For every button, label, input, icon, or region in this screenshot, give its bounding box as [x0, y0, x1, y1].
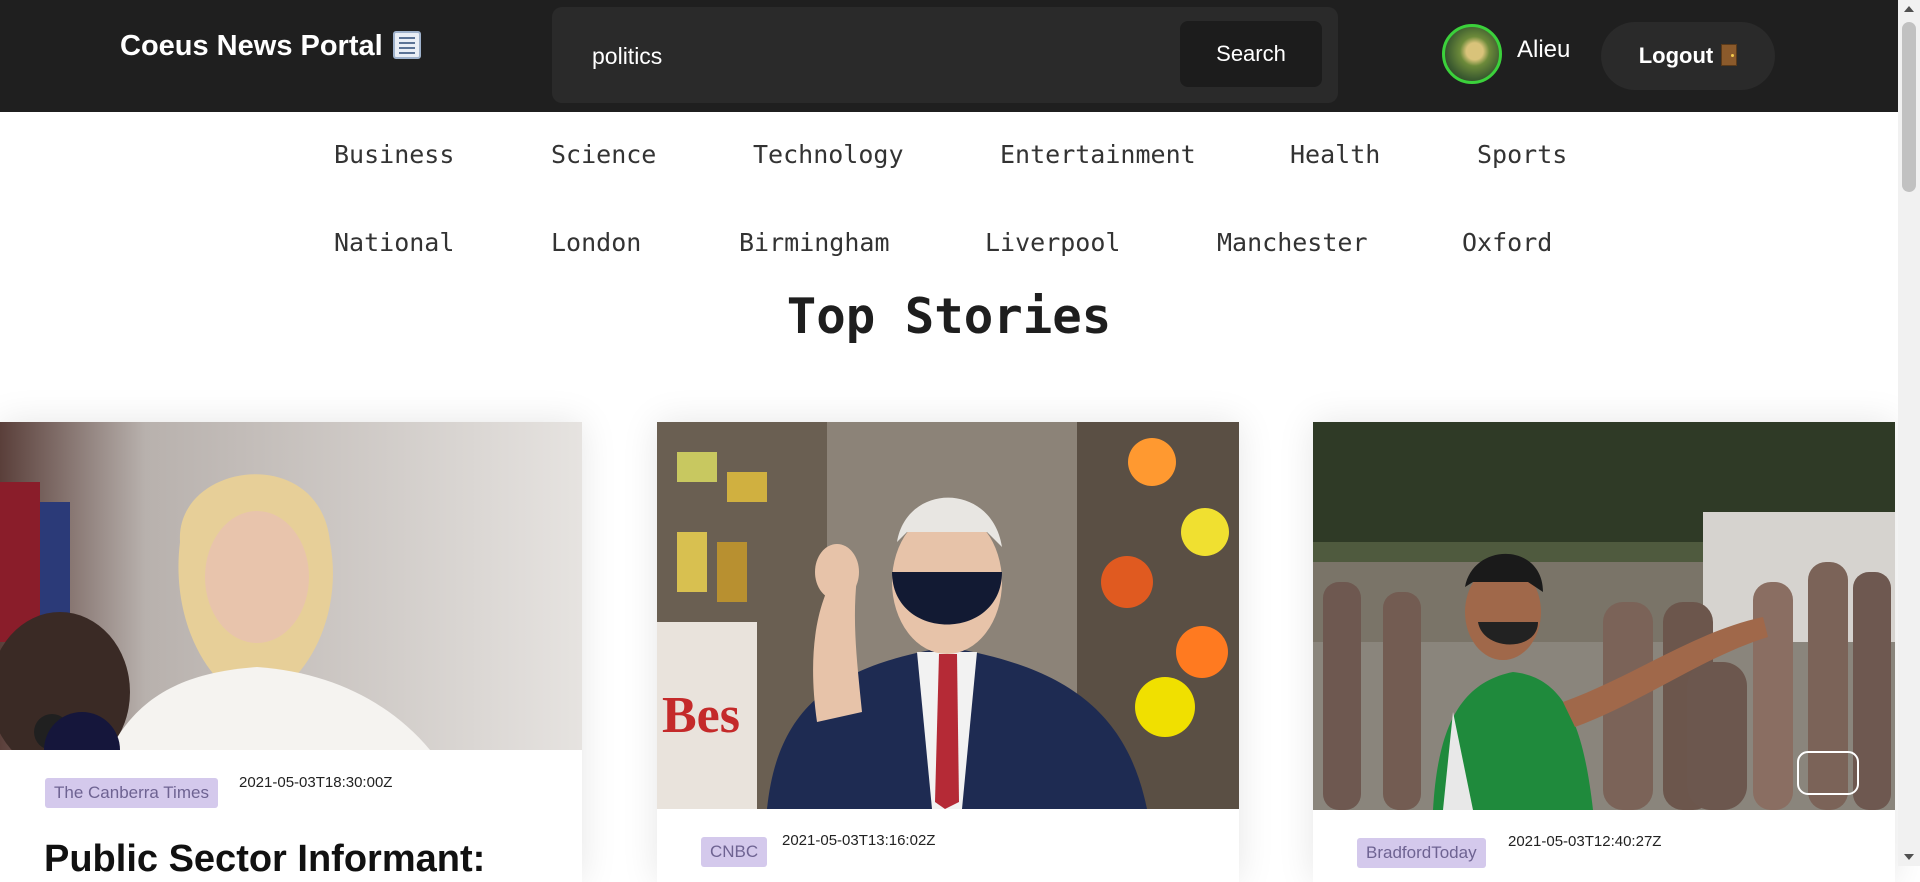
news-image[interactable]: Bes [657, 422, 1239, 809]
publish-date: 2021-05-03T12:40:27Z [1508, 833, 1662, 850]
nav-link-health[interactable]: Health [1290, 140, 1380, 169]
card-headline[interactable]: Public Sector Informant: [44, 838, 485, 881]
nav-link-technology[interactable]: Technology [753, 140, 904, 169]
news-image[interactable] [0, 422, 582, 750]
search-input[interactable] [590, 35, 1114, 77]
logout-button[interactable]: Logout [1601, 22, 1775, 90]
nav-link-manchester[interactable]: Manchester [1217, 228, 1368, 257]
source-tag[interactable]: BradfordToday [1357, 838, 1486, 868]
news-photo-woman [0, 422, 582, 750]
nav-link-liverpool[interactable]: Liverpool [985, 228, 1120, 257]
source-tag[interactable]: CNBC [701, 837, 768, 867]
top-header: Coeus News Portal Search Alieu Logout [0, 0, 1898, 112]
newspaper-icon [392, 31, 421, 59]
nav-link-oxford[interactable]: Oxford [1462, 228, 1552, 257]
username: Alieu [1517, 36, 1571, 63]
nav-link-entertainment[interactable]: Entertainment [1000, 140, 1196, 169]
publish-date: 2021-05-03T18:30:00Z [239, 774, 393, 791]
news-photo-man-waving: Bes [657, 422, 1239, 809]
search-button[interactable]: Search [1180, 21, 1322, 87]
nav-link-sports[interactable]: Sports [1477, 140, 1567, 169]
page-title: Top Stories [786, 288, 1112, 345]
news-photo-oxygen-cylinders [1313, 422, 1895, 810]
scroll-down-arrow-icon[interactable] [1904, 854, 1914, 860]
brand-logo[interactable]: Coeus News Portal [120, 30, 421, 63]
scroll-up-arrow-icon[interactable] [1904, 6, 1914, 12]
search-bar: Search [552, 7, 1338, 103]
svg-text:Bes: Bes [662, 687, 740, 744]
avatar[interactable] [1442, 24, 1502, 84]
door-icon [1721, 44, 1738, 66]
news-card[interactable]: The Canberra Times 2021-05-03T18:30:00Z … [0, 422, 582, 882]
news-card[interactable]: BradfordToday 2021-05-03T12:40:27Z [1313, 422, 1895, 882]
news-card[interactable]: Bes CNBC 2021-05-03T13:16:02Z [657, 422, 1239, 882]
logout-label: Logout [1638, 43, 1714, 68]
brand-title: Coeus News Portal [120, 30, 383, 62]
scroll-thumb[interactable] [1902, 22, 1916, 192]
publish-date: 2021-05-03T13:16:02Z [782, 832, 936, 849]
nav-link-birmingham[interactable]: Birmingham [739, 228, 890, 257]
nav-link-business[interactable]: Business [334, 140, 454, 169]
nav-link-science[interactable]: Science [551, 140, 656, 169]
news-image[interactable] [1313, 422, 1895, 810]
source-tag[interactable]: The Canberra Times [45, 778, 218, 808]
nav-link-london[interactable]: London [551, 228, 641, 257]
nav-link-national[interactable]: National [334, 228, 454, 257]
page-scrollbar[interactable] [1898, 0, 1920, 866]
